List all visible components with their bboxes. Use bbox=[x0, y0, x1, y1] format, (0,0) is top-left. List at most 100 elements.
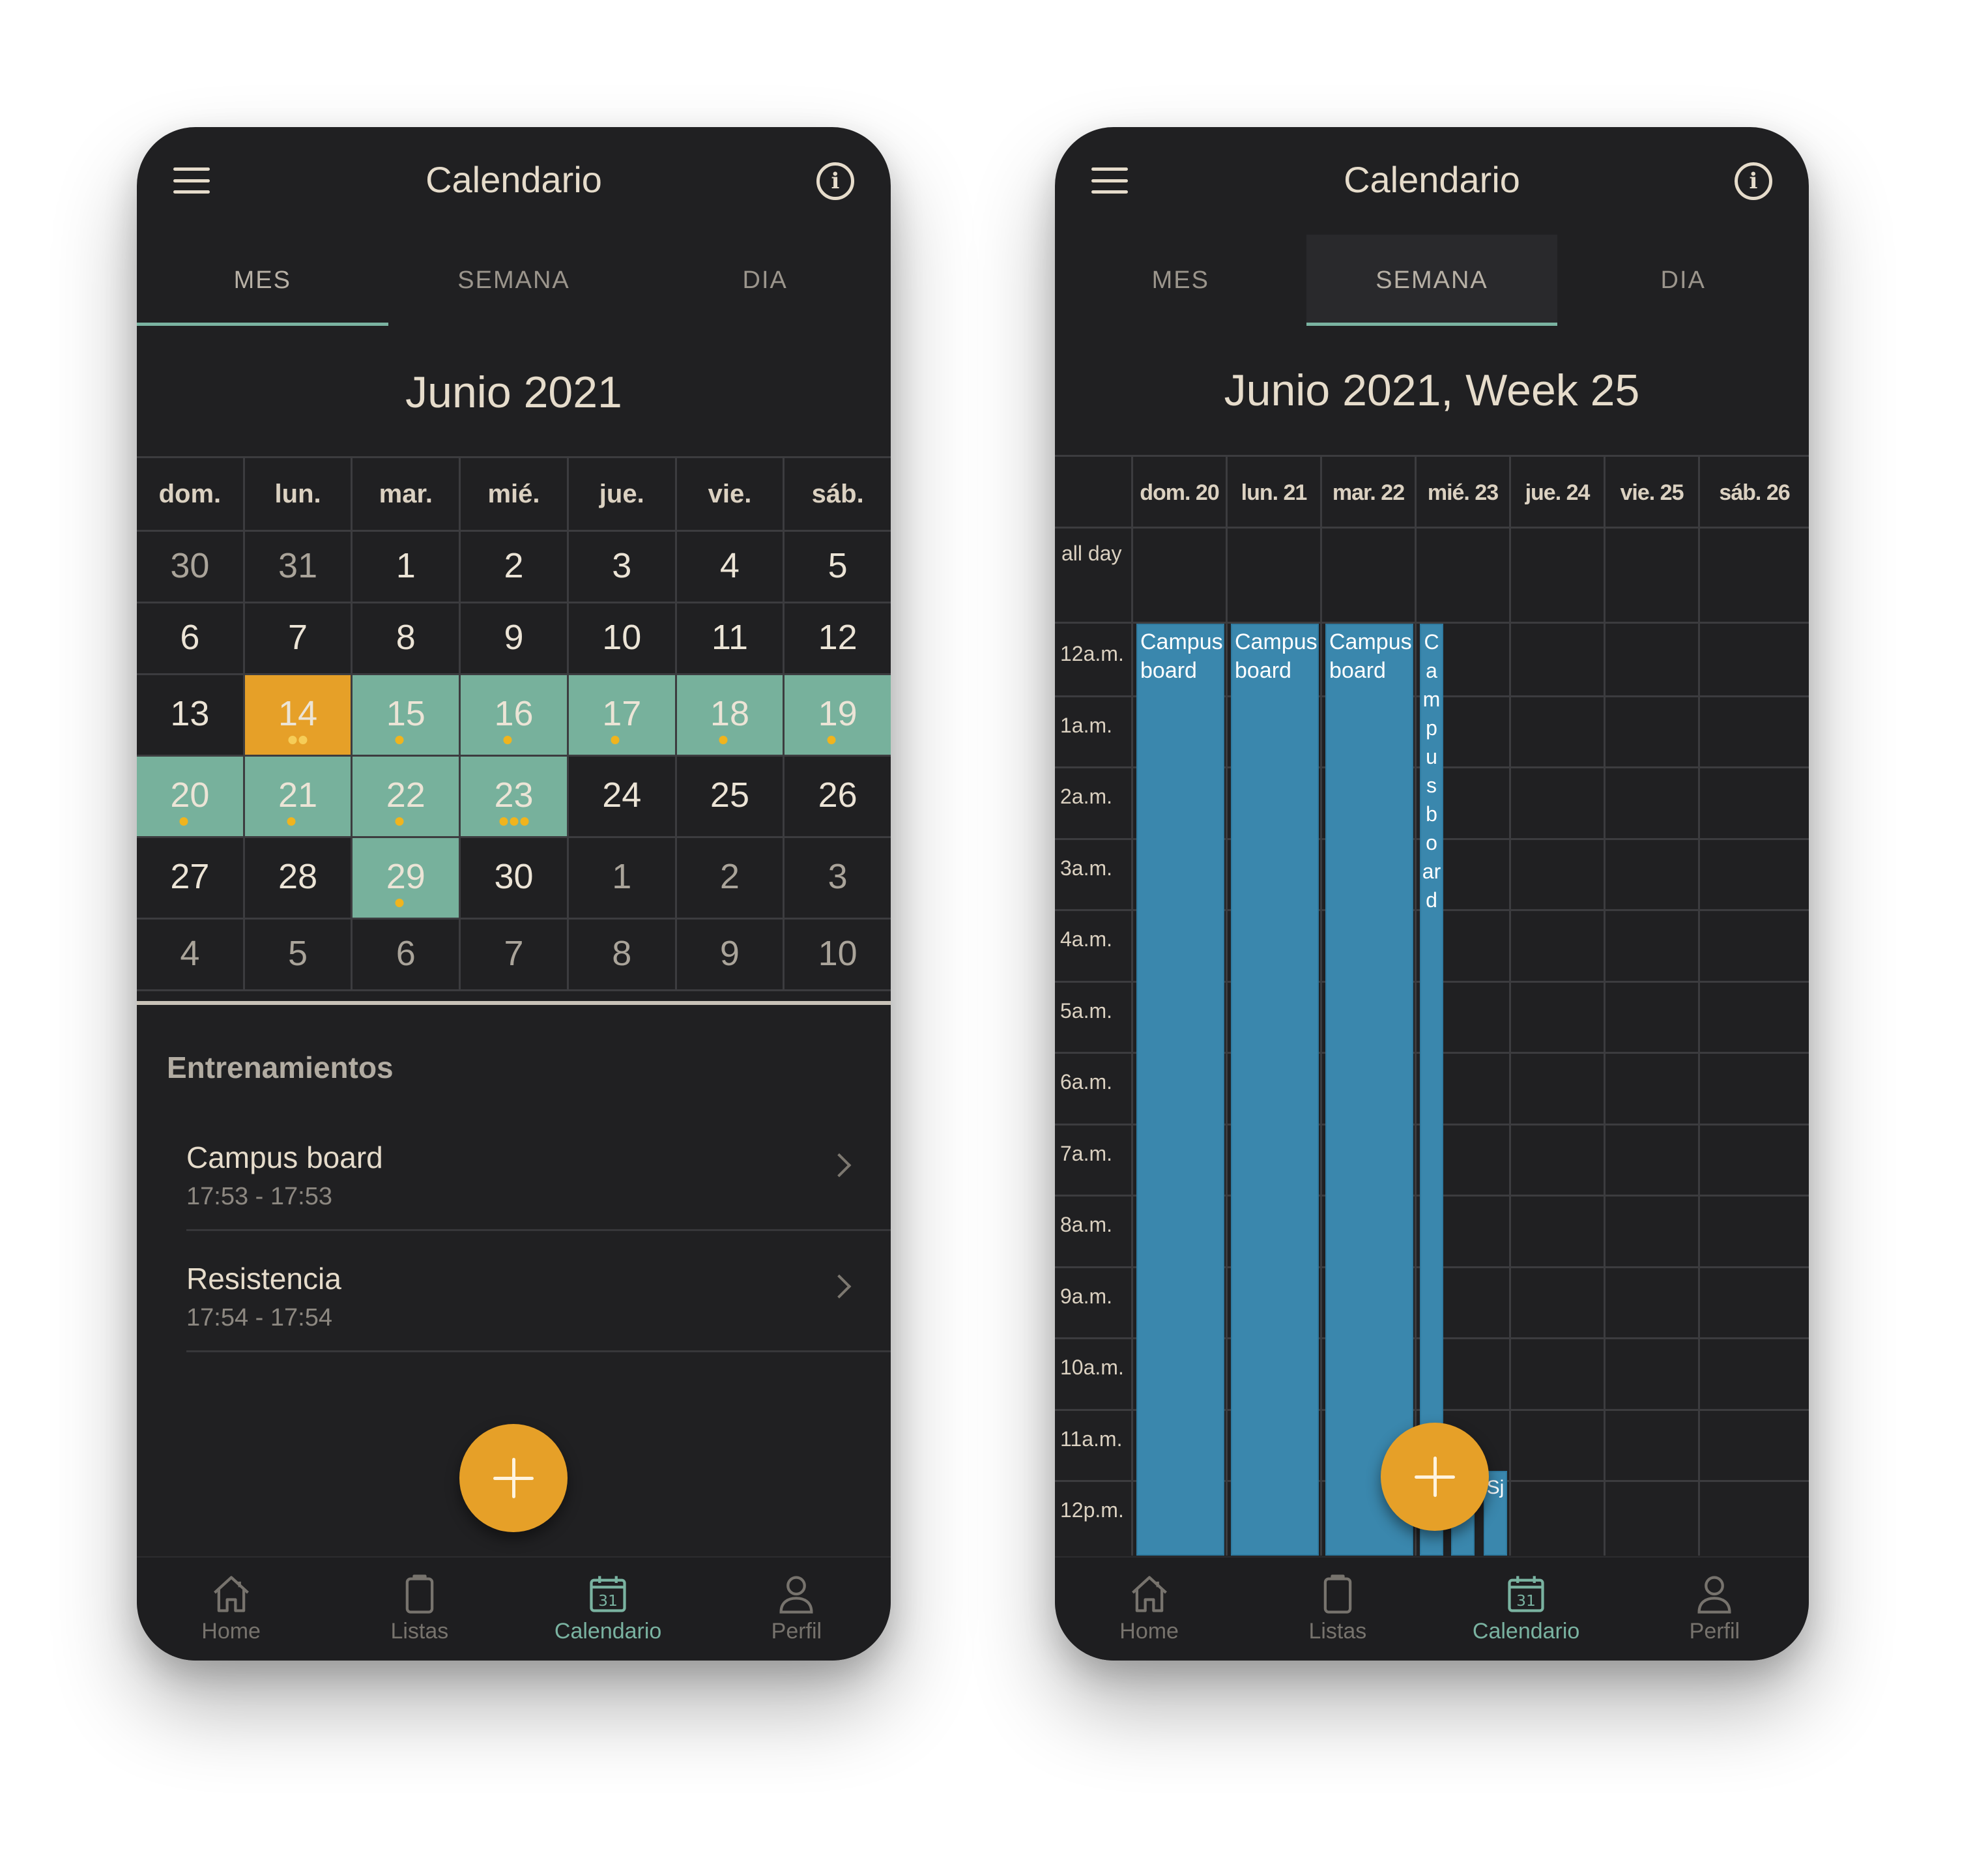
nav-label: Home bbox=[201, 1619, 261, 1644]
day-cell[interactable]: 6 bbox=[137, 603, 245, 675]
tab-semana[interactable]: SEMANA bbox=[1306, 235, 1558, 326]
day-cell[interactable]: 24 bbox=[568, 757, 677, 838]
day-column-header[interactable]: sáb. 26 bbox=[1700, 457, 1809, 529]
hour-label: 1a.m. bbox=[1060, 714, 1113, 737]
day-cell[interactable]: 30 bbox=[137, 532, 245, 603]
day-column-header[interactable]: mar. 22 bbox=[1322, 457, 1417, 529]
day-cell[interactable]: 11 bbox=[676, 603, 785, 675]
info-icon[interactable]: i bbox=[1735, 162, 1772, 200]
day-column-header[interactable]: dom. 20 bbox=[1133, 457, 1228, 529]
event-list: Campus board 17:53 - 17:53 Resistencia 1… bbox=[137, 1110, 891, 1352]
day-number: 23 bbox=[494, 776, 534, 815]
day-cell[interactable]: 9 bbox=[461, 603, 569, 675]
tab-mes[interactable]: MES bbox=[137, 235, 388, 326]
nav-item-perfil[interactable]: Perfil bbox=[1621, 1558, 1809, 1661]
nav-item-home[interactable]: Home bbox=[1055, 1558, 1243, 1661]
day-cell[interactable]: 15 bbox=[353, 675, 461, 757]
day-cell[interactable]: 21 bbox=[244, 757, 353, 838]
day-cell[interactable]: 9 bbox=[676, 920, 785, 991]
event-dots bbox=[395, 899, 404, 907]
event-dot bbox=[520, 817, 529, 826]
day-cell[interactable]: 8 bbox=[353, 603, 461, 675]
event-dots bbox=[611, 736, 620, 744]
day-cell[interactable]: 23 bbox=[461, 757, 569, 838]
grid-line bbox=[1604, 529, 1606, 622]
day-column-header[interactable]: mié. 23 bbox=[1417, 457, 1511, 529]
nav-item-listas[interactable]: Listas bbox=[325, 1558, 513, 1661]
tab-mes[interactable]: MES bbox=[1055, 235, 1306, 326]
day-cell[interactable]: 19 bbox=[785, 675, 891, 757]
day-cell[interactable]: 22 bbox=[353, 757, 461, 838]
day-cell[interactable]: 10 bbox=[568, 603, 677, 675]
day-cell[interactable]: 4 bbox=[676, 532, 785, 603]
day-cell[interactable]: 3 bbox=[568, 532, 677, 603]
day-cell[interactable]: 28 bbox=[244, 838, 353, 920]
day-cell[interactable]: 17 bbox=[568, 675, 677, 757]
week-event-block[interactable]: Campus board bbox=[1231, 624, 1319, 1556]
day-cell[interactable]: 1 bbox=[568, 838, 677, 920]
event-list-item[interactable]: Campus board 17:53 - 17:53 bbox=[186, 1110, 891, 1231]
week-time-grid[interactable]: 12a.m. 1a.m. 2a.m. 3a.m. 4a.m. 5a.m. 6a.m. 7a.m… bbox=[1055, 624, 1809, 1556]
day-number: 7 bbox=[288, 618, 308, 657]
week-event-block[interactable]: Campus board bbox=[1420, 624, 1443, 1556]
day-cell[interactable]: 16 bbox=[461, 675, 569, 757]
day-number: 8 bbox=[396, 618, 416, 657]
day-cell-today[interactable]: 14 bbox=[244, 675, 353, 757]
add-event-button[interactable] bbox=[459, 1424, 568, 1532]
day-column-header[interactable]: lun. 21 bbox=[1228, 457, 1322, 529]
day-cell[interactable]: 13 bbox=[137, 675, 245, 757]
tab-dia[interactable]: DIA bbox=[639, 235, 891, 326]
event-dot bbox=[719, 736, 728, 744]
nav-item-home[interactable]: Home bbox=[137, 1558, 325, 1661]
day-cell[interactable]: 3 bbox=[785, 838, 891, 920]
day-number: 6 bbox=[396, 934, 416, 973]
day-cell[interactable]: 6 bbox=[353, 920, 461, 991]
day-cell[interactable]: 7 bbox=[461, 920, 569, 991]
day-cell[interactable]: 31 bbox=[244, 532, 353, 603]
nav-item-calendario[interactable]: 31 Calendario bbox=[514, 1558, 702, 1661]
grid-line bbox=[1604, 624, 1606, 1556]
day-cell[interactable]: 10 bbox=[785, 920, 891, 991]
day-cell[interactable]: 27 bbox=[137, 838, 245, 920]
day-cell[interactable]: 2 bbox=[461, 532, 569, 603]
day-number: 3 bbox=[828, 857, 848, 896]
nav-item-perfil[interactable]: Perfil bbox=[702, 1558, 891, 1661]
event-dot bbox=[298, 736, 308, 744]
day-cell[interactable]: 1 bbox=[353, 532, 461, 603]
day-cell[interactable]: 5 bbox=[244, 920, 353, 991]
day-cell[interactable]: 2 bbox=[676, 838, 785, 920]
day-cell[interactable]: 25 bbox=[676, 757, 785, 838]
day-cell[interactable]: 7 bbox=[244, 603, 353, 675]
day-number: 29 bbox=[386, 857, 425, 896]
day-cell[interactable]: 12 bbox=[785, 603, 891, 675]
day-cell[interactable]: 4 bbox=[137, 920, 245, 991]
day-cell[interactable]: 5 bbox=[785, 532, 891, 603]
tab-dia[interactable]: DIA bbox=[1557, 235, 1809, 326]
event-dots bbox=[395, 817, 404, 826]
nav-item-calendario[interactable]: 31 Calendario bbox=[1432, 1558, 1621, 1661]
add-event-button[interactable] bbox=[1381, 1423, 1489, 1531]
tab-semana[interactable]: SEMANA bbox=[388, 235, 640, 326]
day-column-header[interactable]: vie. 25 bbox=[1606, 457, 1700, 529]
day-cell[interactable]: 20 bbox=[137, 757, 245, 838]
day-cell[interactable]: 18 bbox=[676, 675, 785, 757]
day-number: 25 bbox=[710, 776, 749, 815]
day-number: 12 bbox=[818, 618, 857, 657]
day-number: 8 bbox=[612, 934, 632, 973]
nav-item-listas[interactable]: Listas bbox=[1243, 1558, 1432, 1661]
week-event-block[interactable]: Campus board bbox=[1136, 624, 1224, 1556]
week-view-screen: Calendario i MES SEMANA DIA Junio 2021, … bbox=[1055, 127, 1809, 1661]
hour-label: 10a.m. bbox=[1060, 1356, 1124, 1379]
day-number: 4 bbox=[719, 546, 740, 585]
day-column-header[interactable]: jue. 24 bbox=[1511, 457, 1606, 529]
day-cell[interactable]: 29 bbox=[353, 838, 461, 920]
day-cell[interactable]: 8 bbox=[568, 920, 677, 991]
week-event-block[interactable]: Campus board bbox=[1325, 624, 1413, 1556]
day-number: 5 bbox=[288, 934, 308, 973]
section-divider bbox=[137, 1001, 891, 1005]
day-cell[interactable]: 30 bbox=[461, 838, 569, 920]
info-icon[interactable]: i bbox=[816, 162, 854, 200]
event-list-item[interactable]: Resistencia 17:54 - 17:54 bbox=[186, 1231, 891, 1352]
day-cell[interactable]: 26 bbox=[785, 757, 891, 838]
day-number: 27 bbox=[170, 857, 210, 896]
